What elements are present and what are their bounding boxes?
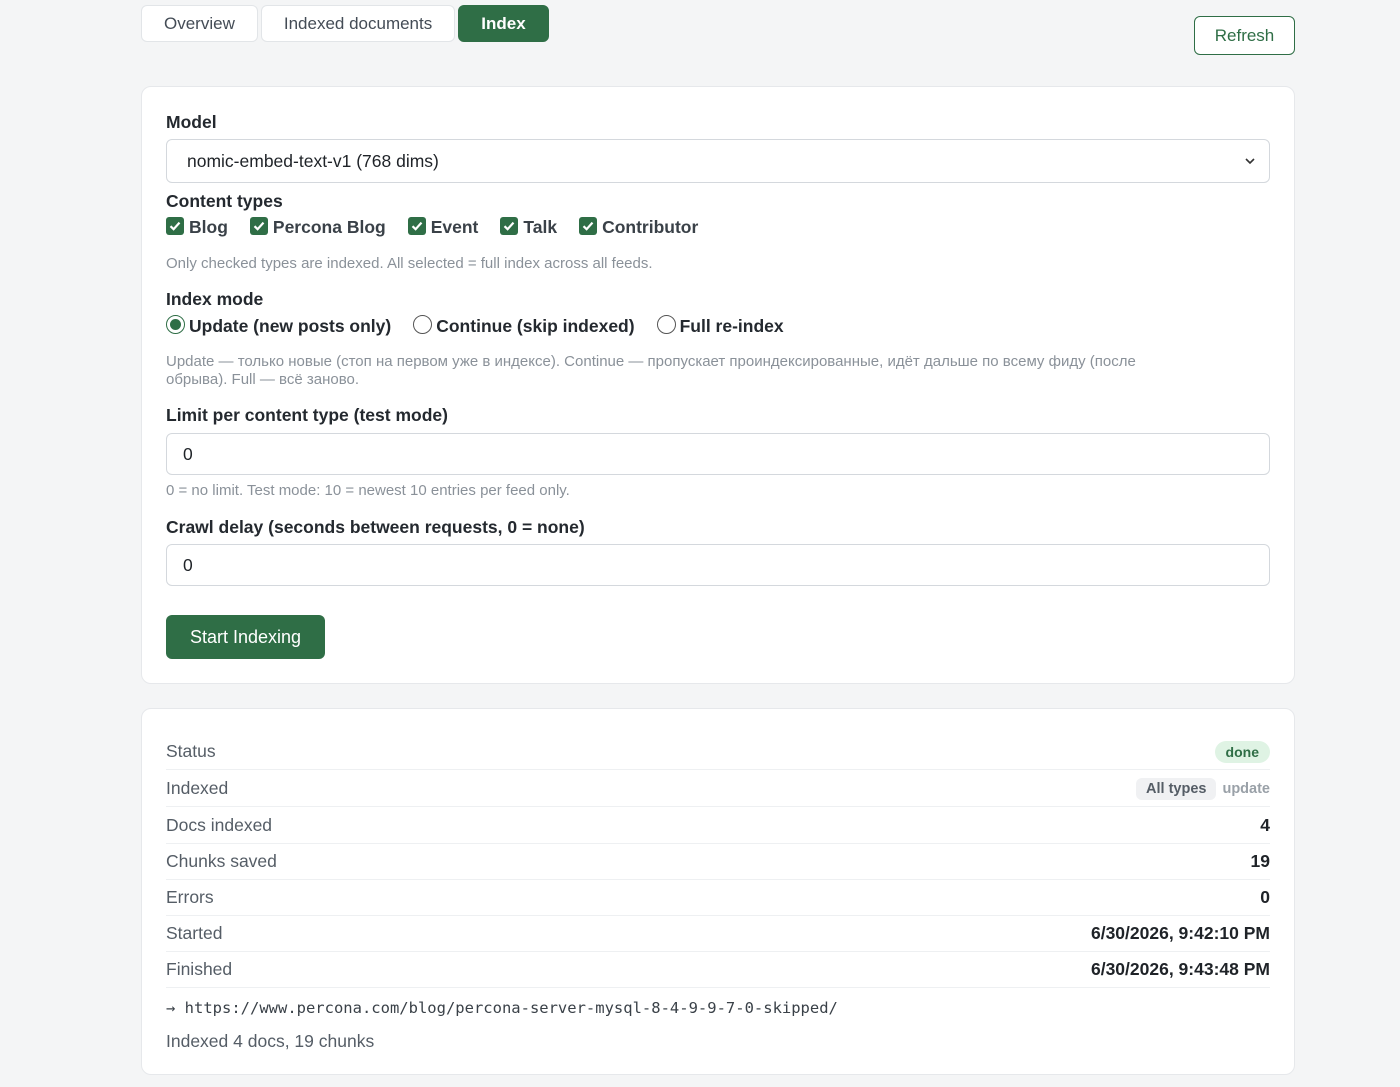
- checkbox-label: Talk: [523, 217, 558, 237]
- checkbox-checked-icon: [500, 216, 519, 235]
- radio-selected-icon: [166, 315, 185, 334]
- started-row: Started 6/30/2026, 9:42:10 PM: [166, 916, 1270, 952]
- index-mode-label: Index mode: [166, 289, 264, 309]
- index-mode-group: Update (new posts only) Continue (skip i…: [166, 315, 806, 337]
- checkbox-checked-icon: [166, 216, 184, 235]
- checkbox-label: Blog: [189, 217, 228, 237]
- limit-input[interactable]: 0: [166, 433, 1270, 475]
- radio-label: Update (new posts only): [189, 316, 392, 336]
- radio-unselected-icon: [656, 315, 676, 334]
- mode-text: update: [1222, 780, 1270, 797]
- tab-index[interactable]: Index: [458, 5, 549, 42]
- last-url: → https://www.percona.com/blog/percona-s…: [166, 999, 838, 1017]
- radio-label: Continue (skip indexed): [436, 316, 635, 336]
- checkbox-checked-icon: [579, 216, 598, 235]
- status-card: Status done Indexed All types update Doc…: [141, 708, 1295, 1075]
- checkbox-label: Percona Blog: [272, 217, 386, 237]
- finished-row: Finished 6/30/2026, 9:43:48 PM: [166, 952, 1270, 988]
- checkbox-contributor[interactable]: Contributor: [579, 216, 699, 238]
- row-key: Indexed: [166, 778, 229, 798]
- row-key: Docs indexed: [166, 815, 273, 835]
- indexed-row: Indexed All types update: [166, 771, 1270, 807]
- content-types-group: Blog Percona Blog Event Talk Contributor: [166, 216, 720, 238]
- radio-unselected-icon: [413, 315, 433, 334]
- checkbox-event[interactable]: Event: [407, 216, 479, 238]
- row-key: Started: [166, 923, 223, 943]
- model-select[interactable]: nomic-embed-text-v1 (768 dims): [166, 139, 1270, 183]
- status-row: Status done: [166, 734, 1270, 770]
- row-key: Finished: [166, 959, 233, 979]
- tab-bar: Overview Indexed documents Index: [141, 5, 549, 42]
- summary-text: Indexed 4 docs, 19 chunks: [166, 1031, 375, 1051]
- radio-label: Full re-index: [679, 316, 784, 336]
- chunks-saved-row: Chunks saved 19: [166, 844, 1270, 880]
- index-mode-help-line-2: обрыва). Full — всё заново.: [166, 371, 360, 388]
- limit-label: Limit per content type (test mode): [166, 405, 448, 425]
- refresh-button[interactable]: Refresh: [1194, 16, 1295, 55]
- model-select-value: nomic-embed-text-v1 (768 dims): [187, 150, 439, 171]
- model-label: Model: [166, 112, 217, 132]
- row-key: Errors: [166, 887, 214, 907]
- tab-indexed-documents[interactable]: Indexed documents: [260, 5, 456, 42]
- row-value: 6/30/2026, 9:42:10 PM: [1090, 923, 1270, 943]
- index-mode-help-line-1: Update — только новые (стоп на первом уж…: [166, 353, 1136, 370]
- status-badge: done: [1214, 740, 1270, 763]
- index-mode-help: Update — только новые (стоп на первом уж…: [166, 353, 1266, 389]
- docs-indexed-row: Docs indexed 4: [166, 808, 1270, 844]
- checkbox-label: Contributor: [602, 217, 699, 237]
- checkbox-checked-icon: [249, 216, 268, 235]
- row-key: Chunks saved: [166, 851, 277, 871]
- start-indexing-button[interactable]: Start Indexing: [166, 615, 325, 659]
- content-types-help: Only checked types are indexed. All sele…: [166, 255, 653, 272]
- row-value: 6/30/2026, 9:43:48 PM: [1090, 959, 1270, 979]
- checkbox-checked-icon: [407, 216, 426, 235]
- crawl-delay-input-value: 0: [183, 554, 193, 575]
- checkbox-percona-blog[interactable]: Percona Blog: [249, 216, 386, 238]
- row-value: 4: [1260, 815, 1270, 835]
- limit-input-value: 0: [183, 443, 193, 464]
- radio-full-reindex[interactable]: Full re-index: [656, 315, 784, 337]
- radio-update[interactable]: Update (new posts only): [166, 315, 392, 337]
- crawl-delay-label: Crawl delay (seconds between requests, 0…: [166, 517, 585, 537]
- types-badge: All types: [1136, 777, 1217, 800]
- radio-continue[interactable]: Continue (skip indexed): [413, 315, 635, 337]
- checkbox-talk[interactable]: Talk: [500, 216, 558, 238]
- checkbox-label: Event: [430, 217, 479, 237]
- limit-help: 0 = no limit. Test mode: 10 = newest 10 …: [166, 482, 570, 499]
- checkbox-blog[interactable]: Blog: [166, 216, 228, 238]
- row-key: Status: [166, 741, 216, 761]
- chevron-down-icon: [1245, 158, 1255, 165]
- row-value: 0: [1260, 887, 1270, 907]
- content-types-label: Content types: [166, 191, 283, 211]
- row-value: 19: [1250, 851, 1270, 871]
- tab-overview[interactable]: Overview: [141, 5, 258, 42]
- errors-row: Errors 0: [166, 880, 1270, 916]
- index-form-card: Model nomic-embed-text-v1 (768 dims) Con…: [141, 86, 1295, 684]
- crawl-delay-input[interactable]: 0: [166, 544, 1270, 586]
